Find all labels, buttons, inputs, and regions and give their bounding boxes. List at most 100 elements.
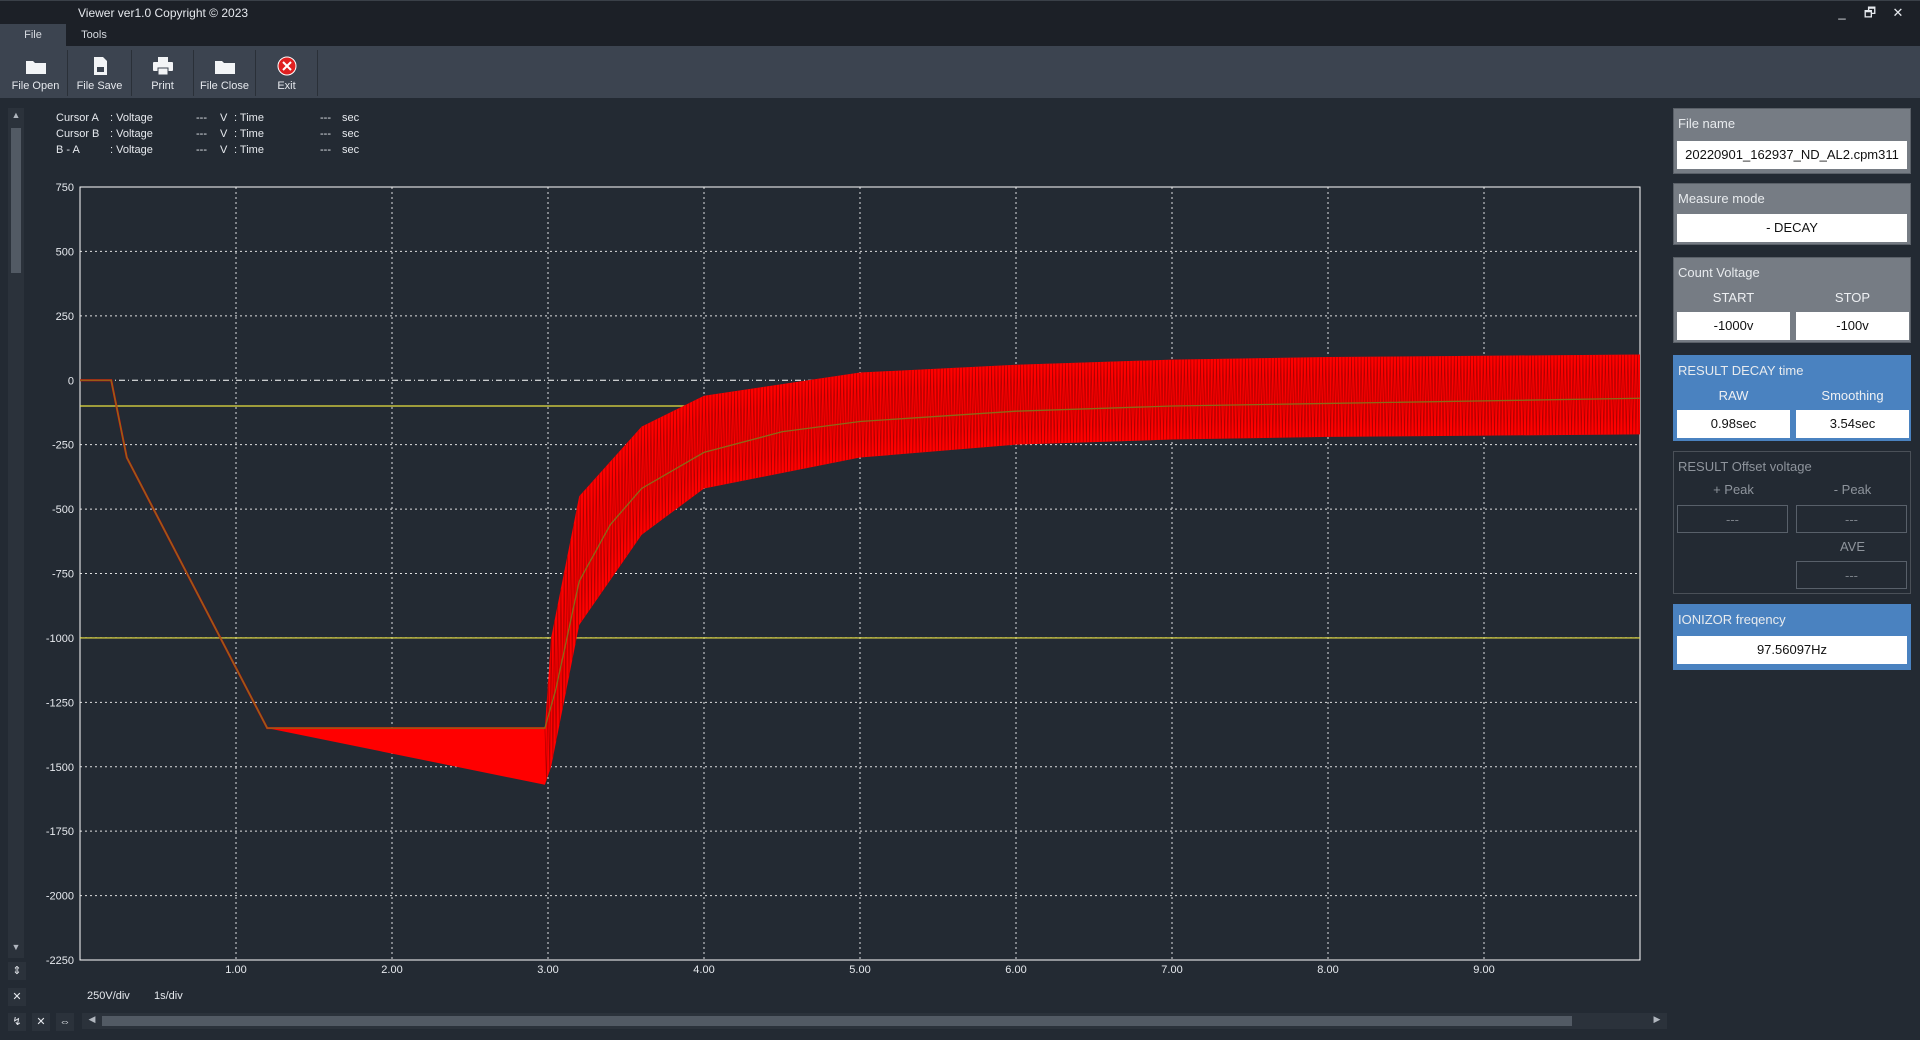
y-tick-label: -500 xyxy=(52,504,74,516)
vertical-scroll-thumb[interactable] xyxy=(11,128,21,273)
cursor-name: B - A xyxy=(56,144,80,156)
x-tick-label: 9.00 xyxy=(1473,964,1494,976)
time-unit: sec xyxy=(342,112,360,124)
raw-decay-value: 0.98sec xyxy=(1677,410,1790,438)
time-label: : Time xyxy=(234,112,264,124)
waveform-chart[interactable]: 750 500 250 0 -250 -500 -750 -1000 -1250 -1500 -17… xyxy=(40,180,1650,980)
folder-open-icon xyxy=(25,61,46,74)
count-voltage-panel: Count Voltage START STOP -1000v -100v xyxy=(1673,257,1911,343)
scroll-left-icon[interactable]: ◀ xyxy=(84,1014,100,1025)
scroll-down-icon[interactable]: ▼ xyxy=(8,942,24,952)
exit-icon xyxy=(277,56,296,76)
result-offset-title: RESULT Offset voltage xyxy=(1678,459,1812,474)
print-label: Print xyxy=(151,80,174,92)
y-tick-label: -1500 xyxy=(46,762,74,774)
voltage-unit: V xyxy=(220,112,228,124)
result-decay-title: RESULT DECAY time xyxy=(1678,363,1804,378)
time-value: --- xyxy=(320,128,331,140)
ave-label: AVE xyxy=(1839,539,1866,554)
voltage-label: : Voltage xyxy=(110,128,153,140)
time-unit: sec xyxy=(342,144,360,156)
measure-mode-panel: Measure mode - DECAY xyxy=(1673,183,1911,245)
horizontal-reset-button[interactable]: ✕ xyxy=(32,1013,50,1031)
signal-envelope-fill xyxy=(80,354,1640,785)
fit-icon: ↯ xyxy=(12,1016,22,1028)
time-label: : Time xyxy=(234,144,264,156)
horizontal-zoom-button[interactable]: ⇔ xyxy=(56,1013,74,1031)
exit-button[interactable]: Exit xyxy=(256,50,318,96)
time-value: --- xyxy=(320,144,331,156)
menu-tools[interactable]: Tools xyxy=(66,24,122,46)
cursor-name: Cursor B xyxy=(56,128,100,140)
y-tick-label: -2000 xyxy=(46,891,74,903)
file-save-icon xyxy=(93,57,107,75)
smoothing-decay-value: 3.54sec xyxy=(1796,410,1909,438)
voltage-value: --- xyxy=(196,128,207,140)
menu-bar: File Tools xyxy=(0,24,1920,46)
stop-label: STOP xyxy=(1834,290,1871,305)
window-controls: _ 🗗 ✕ xyxy=(1828,3,1912,23)
x-tick-label: 5.00 xyxy=(849,964,870,976)
measure-mode-title: Measure mode xyxy=(1678,191,1765,206)
voltage-scale-label: 250V/div xyxy=(87,990,130,1002)
y-tick-label: 250 xyxy=(56,311,74,323)
y-tick-label: -2250 xyxy=(46,955,74,967)
voltage-unit: V xyxy=(220,128,228,140)
file-name-title: File name xyxy=(1678,116,1736,131)
cross-icon: ✕ xyxy=(12,991,22,1003)
count-voltage-title: Count Voltage xyxy=(1678,265,1760,280)
x-tick-label: 2.00 xyxy=(381,964,402,976)
measure-mode-value: - DECAY xyxy=(1677,214,1907,242)
raw-label: RAW xyxy=(1718,388,1749,403)
signal-oscillation xyxy=(544,354,1640,781)
ave-value: --- xyxy=(1796,561,1907,589)
scroll-up-icon[interactable]: ▲ xyxy=(8,110,24,120)
file-save-button[interactable]: File Save xyxy=(68,50,132,96)
y-tick-label: 500 xyxy=(56,246,74,258)
y-tick-label: -250 xyxy=(52,440,74,452)
y-tick-label: -1250 xyxy=(46,697,74,709)
scroll-right-icon[interactable]: ▶ xyxy=(1649,1014,1665,1025)
vertical-scrollbar[interactable]: ▲ ▼ xyxy=(8,108,24,958)
result-offset-panel: RESULT Offset voltage + Peak - Peak --- … xyxy=(1673,451,1911,594)
x-tick-label: 8.00 xyxy=(1317,964,1338,976)
file-open-button[interactable]: File Open xyxy=(4,50,68,96)
vertical-reset-button[interactable]: ✕ xyxy=(8,988,26,1006)
expand-vertical-icon: ⇕ xyxy=(12,965,22,977)
close-button[interactable]: ✕ xyxy=(1884,3,1912,23)
y-tick-label: 750 xyxy=(56,182,74,194)
plus-peak-value: --- xyxy=(1677,505,1788,533)
print-button[interactable]: Print xyxy=(132,50,194,96)
exit-label: Exit xyxy=(277,80,296,92)
start-label: START xyxy=(1712,290,1755,305)
y-tick-label: 0 xyxy=(68,375,74,387)
horizontal-scrollbar[interactable]: ◀ ▶ xyxy=(82,1013,1667,1029)
folder-icon xyxy=(214,61,235,74)
horizontal-scroll-thumb[interactable] xyxy=(102,1016,1572,1026)
time-label: : Time xyxy=(234,128,264,140)
file-name-panel: File name 20220901_162937_ND_AL2.cpm311 xyxy=(1673,108,1911,174)
cursor-name: Cursor A xyxy=(56,112,99,124)
voltage-value: --- xyxy=(196,144,207,156)
file-close-button[interactable]: File Close xyxy=(194,50,256,96)
toolbar: File Open File Save Print File Close Exi… xyxy=(0,46,1920,98)
restore-button[interactable]: 🗗 xyxy=(1856,3,1884,23)
file-close-label: File Close xyxy=(200,80,249,92)
title-bar: Viewer ver1.0 Copyright © 2023 _ 🗗 ✕ xyxy=(0,0,1920,24)
signal-ramp xyxy=(80,379,545,730)
file-save-label: File Save xyxy=(76,80,123,92)
cursor-diff-row: B - A : Voltage --- V : Time --- sec xyxy=(56,144,376,160)
window-title: Viewer ver1.0 Copyright © 2023 xyxy=(78,6,249,20)
x-tick-label: 7.00 xyxy=(1161,964,1182,976)
voltage-unit: V xyxy=(220,144,228,156)
minimize-button[interactable]: _ xyxy=(1828,3,1856,23)
ionizor-frequency-value: 97.56097Hz xyxy=(1677,636,1907,664)
vertical-zoom-button[interactable]: ⇕ xyxy=(8,962,26,980)
minus-peak-label: - Peak xyxy=(1833,482,1872,497)
voltage-label: : Voltage xyxy=(110,144,153,156)
fit-button[interactable]: ↯ xyxy=(8,1013,26,1031)
cursor-info: Cursor A : Voltage --- V : Time --- sec … xyxy=(56,112,376,160)
plus-peak-label: + Peak xyxy=(1713,482,1754,497)
menu-file[interactable]: File xyxy=(0,24,66,46)
ionizor-frequency-title: IONIZOR freqency xyxy=(1678,612,1786,627)
